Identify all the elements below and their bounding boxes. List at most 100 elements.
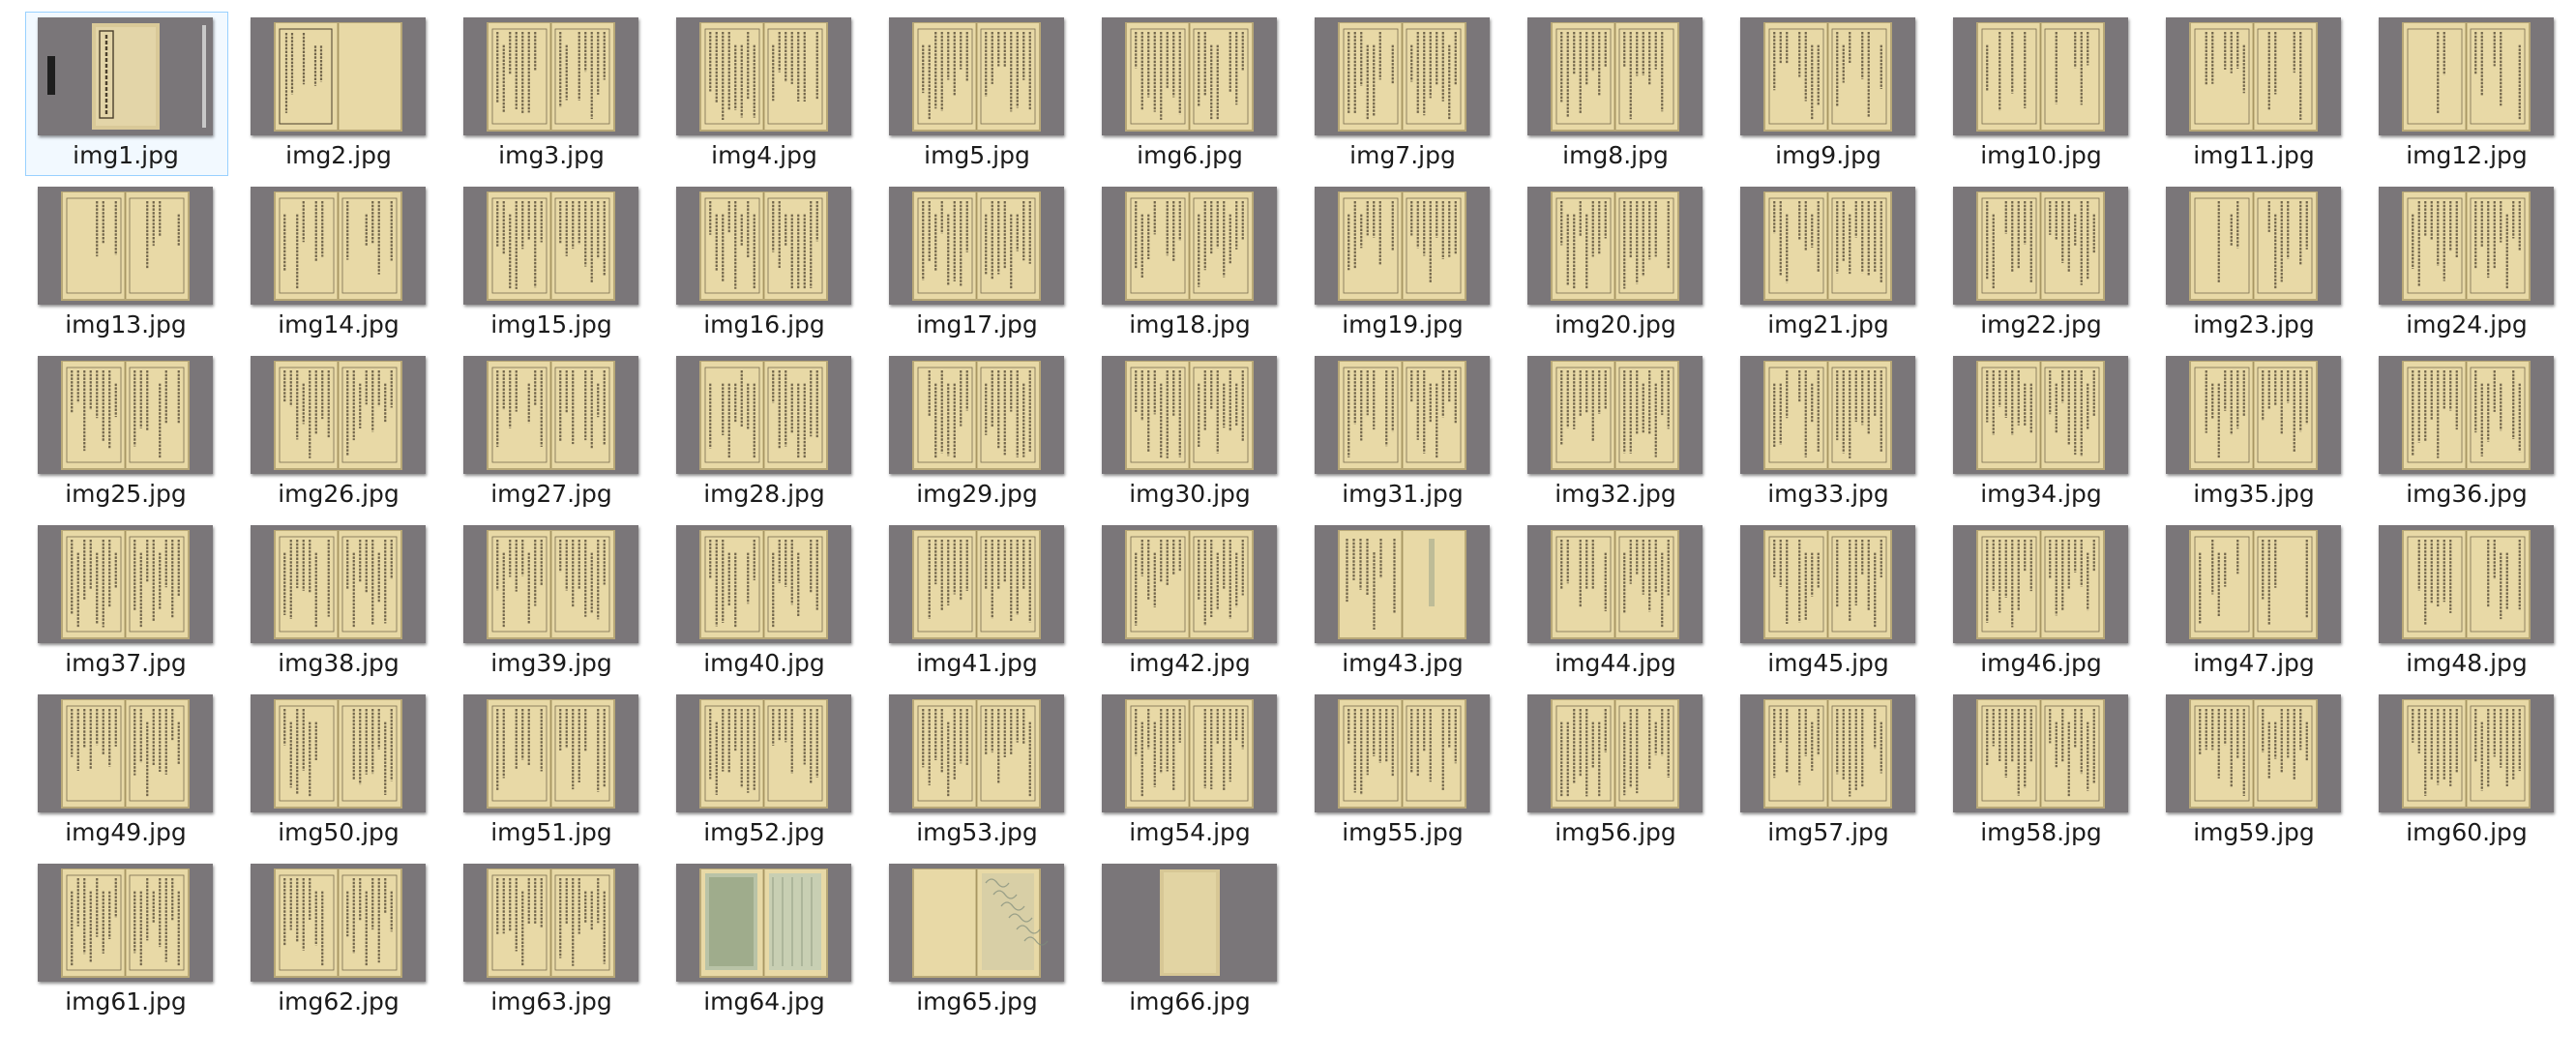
image-thumbnail[interactable] [1740,694,1915,812]
image-thumbnail[interactable] [1315,525,1490,643]
file-tile[interactable]: img4.jpg [664,10,876,179]
file-tile[interactable]: img10.jpg [1940,10,2153,179]
file-tile[interactable]: img62.jpg [238,856,451,1025]
file-tile[interactable]: img24.jpg [2366,179,2576,348]
image-thumbnail[interactable] [1102,17,1277,135]
image-thumbnail[interactable] [1953,187,2128,305]
file-tile[interactable]: img25.jpg [25,348,238,517]
file-tile[interactable]: img23.jpg [2153,179,2366,348]
image-thumbnail[interactable] [889,356,1064,474]
file-tile[interactable]: img28.jpg [664,348,876,517]
image-thumbnail[interactable] [676,187,851,305]
image-thumbnail[interactable] [2379,525,2554,643]
file-tile[interactable]: img37.jpg [25,517,238,687]
file-tile[interactable]: img29.jpg [876,348,1089,517]
image-thumbnail[interactable] [889,864,1064,982]
file-tile[interactable]: img27.jpg [451,348,664,517]
file-tile[interactable]: img42.jpg [1089,517,1302,687]
file-tile[interactable]: img8.jpg [1515,10,1728,179]
image-thumbnail[interactable] [676,356,851,474]
file-tile[interactable]: img6.jpg [1089,10,1302,179]
file-tile[interactable]: img33.jpg [1728,348,1940,517]
image-thumbnail[interactable] [1953,694,2128,812]
image-thumbnail[interactable] [1527,694,1703,812]
file-tile[interactable]: img32.jpg [1515,348,1728,517]
file-tile[interactable]: img18.jpg [1089,179,1302,348]
image-thumbnail[interactable] [676,17,851,135]
file-tile[interactable]: img9.jpg [1728,10,1940,179]
image-thumbnail[interactable] [2379,694,2554,812]
image-thumbnail[interactable] [1102,694,1277,812]
image-thumbnail[interactable] [1102,864,1277,982]
image-thumbnail[interactable] [251,694,426,812]
image-thumbnail[interactable] [1102,525,1277,643]
file-tile[interactable]: img66.jpg [1089,856,1302,1025]
file-tile[interactable]: img40.jpg [664,517,876,687]
file-tile[interactable]: img50.jpg [238,687,451,856]
image-thumbnail[interactable] [463,525,638,643]
image-thumbnail[interactable] [251,187,426,305]
file-tile[interactable]: img49.jpg [25,687,238,856]
file-tile[interactable]: img26.jpg [238,348,451,517]
file-tile[interactable]: img41.jpg [876,517,1089,687]
file-tile[interactable]: img52.jpg [664,687,876,856]
file-tile[interactable]: img39.jpg [451,517,664,687]
image-thumbnail[interactable] [2166,525,2341,643]
image-thumbnail[interactable] [889,694,1064,812]
image-thumbnail[interactable] [1527,525,1703,643]
image-thumbnail[interactable] [38,187,213,305]
file-tile[interactable]: img46.jpg [1940,517,2153,687]
image-thumbnail[interactable] [2379,17,2554,135]
file-tile[interactable]: img1.jpg [25,10,238,179]
image-thumbnail[interactable] [889,187,1064,305]
image-thumbnail[interactable] [1315,356,1490,474]
file-tile[interactable]: img43.jpg [1302,517,1515,687]
file-tile[interactable]: img48.jpg [2366,517,2576,687]
image-thumbnail[interactable] [1527,187,1703,305]
image-thumbnail[interactable] [1953,525,2128,643]
file-tile[interactable]: img19.jpg [1302,179,1515,348]
file-tile[interactable]: img17.jpg [876,179,1089,348]
image-thumbnail[interactable] [1102,356,1277,474]
image-thumbnail[interactable] [463,187,638,305]
image-thumbnail[interactable] [2166,187,2341,305]
file-tile[interactable]: img30.jpg [1089,348,1302,517]
file-tile[interactable]: img16.jpg [664,179,876,348]
image-thumbnail[interactable] [1740,525,1915,643]
image-thumbnail[interactable] [676,525,851,643]
image-thumbnail[interactable] [463,356,638,474]
image-thumbnail[interactable] [463,17,638,135]
image-thumbnail[interactable] [463,694,638,812]
file-tile[interactable]: img15.jpg [451,179,664,348]
file-tile[interactable]: img47.jpg [2153,517,2366,687]
file-tile[interactable]: img12.jpg [2366,10,2576,179]
file-tile[interactable]: img20.jpg [1515,179,1728,348]
image-thumbnail[interactable] [1315,694,1490,812]
image-thumbnail[interactable] [38,356,213,474]
image-thumbnail[interactable] [889,17,1064,135]
image-thumbnail[interactable] [1527,356,1703,474]
file-tile[interactable]: img3.jpg [451,10,664,179]
file-tile[interactable]: img58.jpg [1940,687,2153,856]
image-thumbnail[interactable] [1102,187,1277,305]
file-tile[interactable]: img5.jpg [876,10,1089,179]
image-thumbnail[interactable] [463,864,638,982]
image-thumbnail[interactable] [251,17,426,135]
image-thumbnail[interactable] [2379,356,2554,474]
image-thumbnail[interactable] [251,356,426,474]
file-tile[interactable]: img34.jpg [1940,348,2153,517]
file-tile[interactable]: img44.jpg [1515,517,1728,687]
image-thumbnail[interactable] [676,694,851,812]
file-tile[interactable]: img53.jpg [876,687,1089,856]
file-tile[interactable]: img45.jpg [1728,517,1940,687]
image-thumbnail[interactable] [2166,17,2341,135]
image-thumbnail[interactable] [1740,356,1915,474]
file-tile[interactable]: img14.jpg [238,179,451,348]
file-tile[interactable]: img56.jpg [1515,687,1728,856]
image-thumbnail[interactable] [38,525,213,643]
image-thumbnail[interactable] [676,864,851,982]
file-tile[interactable]: img21.jpg [1728,179,1940,348]
file-tile[interactable]: img11.jpg [2153,10,2366,179]
image-thumbnail[interactable] [38,17,213,135]
file-tile[interactable]: img57.jpg [1728,687,1940,856]
